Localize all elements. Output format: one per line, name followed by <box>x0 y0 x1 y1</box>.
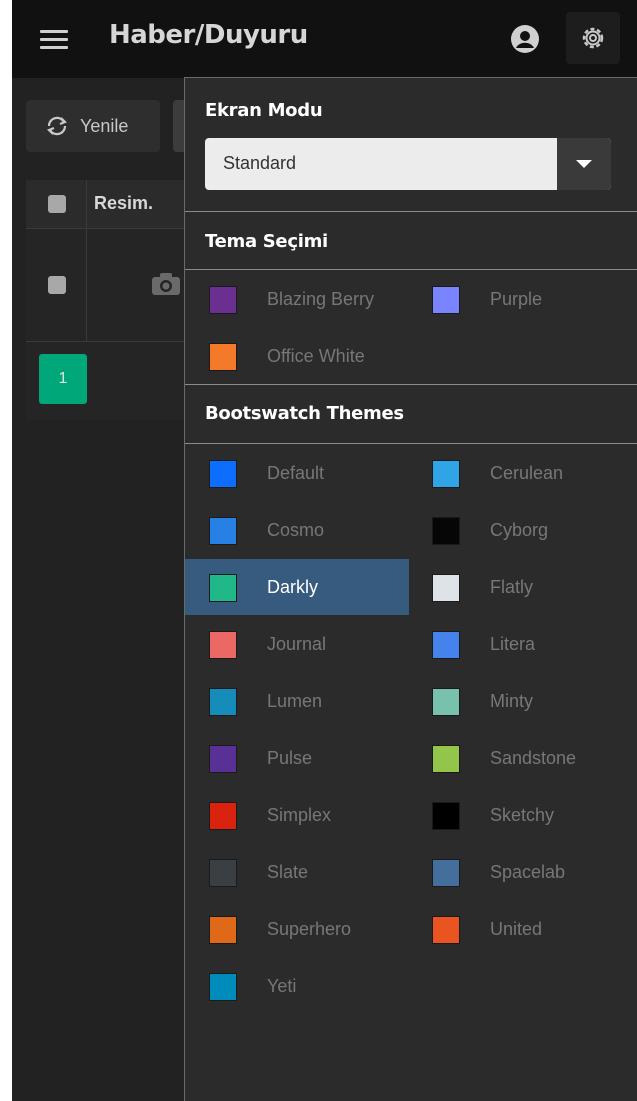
theme-option-flatly[interactable]: Flatly <box>408 559 632 615</box>
color-swatch <box>209 802 237 830</box>
theme-label: Minty <box>490 691 534 711</box>
theme-option-purple[interactable]: Purple <box>408 271 632 327</box>
theme-option-minty[interactable]: Minty <box>408 673 632 729</box>
color-swatch <box>209 286 237 314</box>
theme-option-blazing-berry[interactable]: Blazing Berry <box>185 271 409 327</box>
row-checkbox[interactable] <box>48 276 66 294</box>
theme-label: Flatly <box>490 577 534 597</box>
theme-heading: Tema Seçimi <box>205 231 328 252</box>
theme-option-cyborg[interactable]: Cyborg <box>408 502 632 558</box>
screen-mode-value: Standard <box>223 153 297 173</box>
theme-label: Pulse <box>267 748 313 768</box>
theme-label: Default <box>267 463 325 483</box>
theme-label: Slate <box>267 862 309 882</box>
theme-label: Sandstone <box>490 748 577 768</box>
user-circle-icon[interactable] <box>510 24 540 54</box>
theme-label: Cosmo <box>267 520 325 540</box>
pagination-page-1[interactable]: 1 <box>39 354 87 404</box>
gear-icon <box>582 27 604 49</box>
screen-mode-select[interactable]: Standard <box>205 138 611 190</box>
theme-option-office-white[interactable]: Office White <box>185 328 409 384</box>
color-swatch <box>209 859 237 887</box>
theme-option-lumen[interactable]: Lumen <box>185 673 409 729</box>
color-swatch <box>432 916 460 944</box>
theme-label: Purple <box>490 289 543 309</box>
color-swatch <box>209 460 237 488</box>
color-swatch <box>432 574 460 602</box>
app-window: Haber/Duyuru Yenile Resim. 1 Ekran Modu … <box>12 0 637 1101</box>
theme-label: Spacelab <box>490 862 566 882</box>
theme-label: Journal <box>267 634 327 654</box>
theme-option-superhero[interactable]: Superhero <box>185 901 409 957</box>
color-swatch <box>209 574 237 602</box>
screen-mode-heading: Ekran Modu <box>205 100 323 121</box>
theme-label: Simplex <box>267 805 332 825</box>
color-swatch <box>432 802 460 830</box>
theme-label: Office White <box>267 346 365 366</box>
color-swatch <box>432 517 460 545</box>
caret-down-icon <box>576 160 592 168</box>
theme-label: Darkly <box>267 577 319 597</box>
color-swatch <box>209 631 237 659</box>
color-swatch <box>209 343 237 371</box>
theme-option-spacelab[interactable]: Spacelab <box>408 844 632 900</box>
color-swatch <box>209 517 237 545</box>
theme-label: Litera <box>490 634 536 654</box>
theme-label: Cyborg <box>490 520 549 540</box>
bootswatch-heading: Bootswatch Themes <box>205 403 404 424</box>
hamburger-icon[interactable] <box>40 30 68 50</box>
theme-option-simplex[interactable]: Simplex <box>185 787 409 843</box>
theme-option-sandstone[interactable]: Sandstone <box>408 730 632 786</box>
top-navbar: Haber/Duyuru <box>12 0 637 78</box>
theme-option-journal[interactable]: Journal <box>185 616 409 672</box>
refresh-icon <box>47 116 67 136</box>
settings-button[interactable] <box>566 12 620 64</box>
theme-label: Blazing Berry <box>267 289 375 309</box>
divider <box>185 211 637 212</box>
select-all-checkbox[interactable] <box>48 195 66 213</box>
column-header-resim: Resim. <box>94 193 154 213</box>
theme-label: Sketchy <box>490 805 555 825</box>
color-swatch <box>209 688 237 716</box>
theme-option-litera[interactable]: Litera <box>408 616 632 672</box>
settings-dropdown: Ekran Modu Standard Tema Seçimi Blazing … <box>184 77 637 1101</box>
divider <box>185 384 637 385</box>
color-swatch <box>432 631 460 659</box>
theme-label: United <box>490 919 543 939</box>
color-swatch <box>209 745 237 773</box>
theme-label: Lumen <box>267 691 323 711</box>
theme-label: Superhero <box>267 919 352 939</box>
theme-option-united[interactable]: United <box>408 901 632 957</box>
theme-option-darkly[interactable]: Darkly <box>185 559 409 615</box>
page-title: Haber/Duyuru <box>109 20 308 50</box>
theme-option-cosmo[interactable]: Cosmo <box>185 502 409 558</box>
refresh-button[interactable]: Yenile <box>26 100 160 152</box>
color-swatch <box>209 973 237 1001</box>
theme-label: Cerulean <box>490 463 564 483</box>
theme-option-cerulean[interactable]: Cerulean <box>408 445 632 501</box>
color-swatch <box>432 859 460 887</box>
color-swatch <box>432 745 460 773</box>
theme-option-sketchy[interactable]: Sketchy <box>408 787 632 843</box>
theme-option-slate[interactable]: Slate <box>185 844 409 900</box>
theme-option-yeti[interactable]: Yeti <box>185 958 409 1014</box>
color-swatch <box>432 460 460 488</box>
theme-label: Yeti <box>267 976 297 996</box>
color-swatch <box>432 286 460 314</box>
theme-option-pulse[interactable]: Pulse <box>185 730 409 786</box>
column-divider <box>86 180 87 342</box>
divider <box>185 443 637 444</box>
theme-option-default[interactable]: Default <box>185 445 409 501</box>
refresh-label: Yenile <box>80 116 129 136</box>
color-swatch <box>209 916 237 944</box>
select-toggle[interactable] <box>557 138 611 190</box>
divider <box>185 269 637 270</box>
camera-icon <box>152 273 180 295</box>
color-swatch <box>432 688 460 716</box>
